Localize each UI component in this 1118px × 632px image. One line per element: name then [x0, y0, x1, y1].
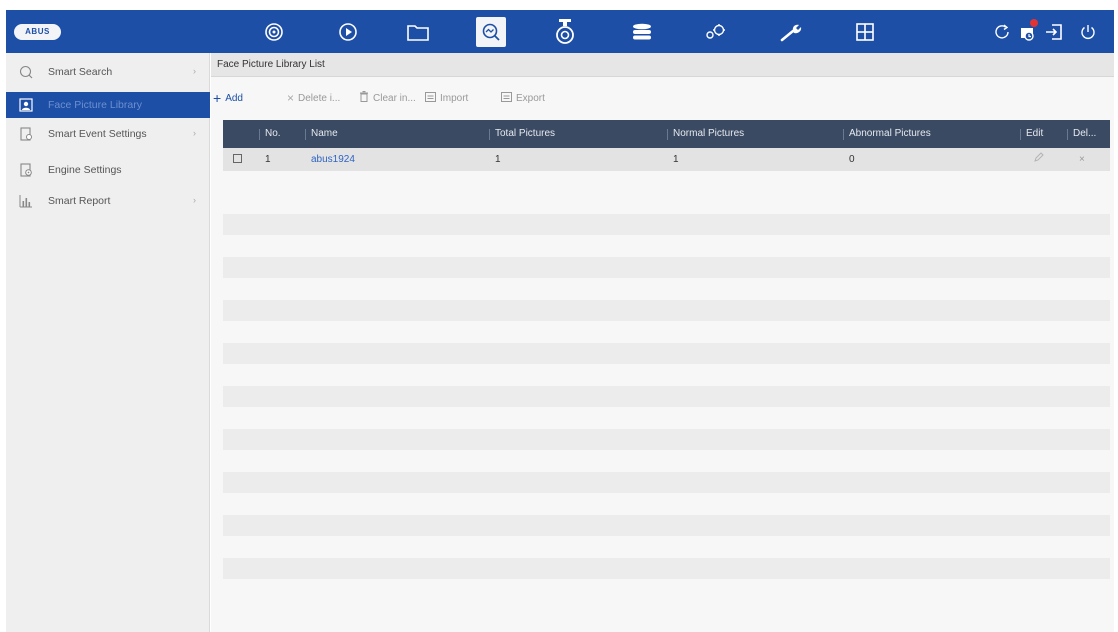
cell-no: 1 — [265, 154, 271, 165]
empty-row-stripe — [223, 515, 1110, 536]
empty-row-stripe — [223, 386, 1110, 407]
delete-label: Delete i... — [298, 92, 341, 104]
chevron-right-icon: › — [193, 66, 196, 76]
import-icon — [425, 91, 436, 105]
clear-label: Clear in... — [373, 92, 416, 104]
empty-row-stripe — [223, 214, 1110, 235]
chevron-right-icon: › — [193, 128, 196, 138]
delete-button[interactable]: × Delete i... — [287, 88, 340, 108]
header-checkbox-col — [223, 120, 259, 148]
close-icon: × — [287, 91, 295, 105]
sidebar-item-label: Smart Search — [48, 66, 113, 78]
empty-row-stripe — [223, 257, 1110, 278]
add-button[interactable]: + Add — [213, 88, 243, 108]
empty-row-stripe — [223, 429, 1110, 450]
camera-icon[interactable] — [549, 16, 581, 48]
logout-icon[interactable] — [1038, 16, 1070, 48]
search-circle-icon — [19, 65, 33, 79]
files-icon[interactable] — [402, 16, 434, 48]
top-navigation-bar: ABUS — [6, 10, 1114, 53]
sidebar-item-engine-settings[interactable]: Engine Settings — [6, 157, 210, 183]
playback-icon[interactable] — [332, 16, 364, 48]
sidebar-item-label: Engine Settings — [48, 164, 122, 176]
row-checkbox[interactable] — [233, 153, 242, 163]
cell-normal-pictures: 1 — [673, 154, 679, 165]
empty-row-stripe — [223, 300, 1110, 321]
header-abnormal-pictures[interactable]: Abnormal Pictures — [843, 120, 1020, 148]
storage-icon[interactable] — [626, 16, 658, 48]
table-header: No. Name Total Pictures Normal Pictures … — [223, 120, 1110, 148]
edit-cell — [1020, 148, 1067, 171]
trash-icon — [359, 91, 369, 105]
empty-row-stripe — [223, 472, 1110, 493]
chevron-right-icon: › — [193, 195, 196, 205]
header-no[interactable]: No. — [259, 120, 305, 148]
cell-abnormal-pictures: 0 — [849, 154, 855, 165]
header-edit[interactable]: Edit — [1020, 120, 1067, 148]
edit-icon[interactable] — [1034, 152, 1044, 162]
sidebar: Smart Search › Face Picture Library Smar… — [6, 53, 210, 632]
live-view-icon[interactable] — [258, 16, 290, 48]
sidebar-item-label: Face Picture Library — [48, 99, 142, 111]
table-row[interactable]: 1 abus1924 1 1 0 × — [223, 148, 1110, 171]
sidebar-item-label: Smart Report — [48, 195, 111, 207]
face-library-table: No. Name Total Pictures Normal Pictures … — [223, 120, 1110, 171]
export-icon — [501, 91, 512, 105]
plus-icon: + — [213, 90, 222, 106]
empty-row-stripe — [223, 343, 1110, 364]
import-label: Import — [440, 92, 469, 104]
sidebar-item-smart-event-settings[interactable]: Smart Event Settings › — [6, 121, 210, 147]
export-button[interactable]: Export — [501, 88, 545, 108]
export-label: Export — [516, 92, 545, 104]
header-total-pictures[interactable]: Total Pictures — [489, 120, 667, 148]
row-checkbox-cell — [223, 148, 259, 171]
delete-cell: × — [1067, 148, 1110, 171]
abus-logo: ABUS — [14, 24, 61, 40]
cell-total-pictures: 1 — [495, 154, 501, 165]
settings-icon[interactable] — [700, 16, 732, 48]
add-label: Add — [225, 92, 243, 104]
bar-chart-icon — [19, 194, 33, 208]
power-icon[interactable] — [1072, 16, 1104, 48]
import-button[interactable]: Import — [425, 88, 468, 108]
page-title: Face Picture Library List — [211, 53, 1114, 77]
sidebar-item-smart-search[interactable]: Smart Search › — [6, 59, 210, 85]
header-name[interactable]: Name — [305, 120, 489, 148]
event-settings-icon — [19, 127, 33, 141]
sidebar-item-smart-report[interactable]: Smart Report › — [6, 188, 210, 214]
clear-button[interactable]: Clear in... — [359, 88, 416, 108]
face-card-icon — [19, 98, 33, 112]
sidebar-item-face-picture-library[interactable]: Face Picture Library — [6, 92, 210, 118]
toolbar: + Add × Delete i... Clear in... Import E… — [211, 88, 1114, 108]
cell-name-link[interactable]: abus1924 — [305, 148, 489, 171]
delete-row-icon[interactable]: × — [1079, 154, 1085, 165]
maintenance-icon[interactable] — [776, 16, 808, 48]
empty-row-stripe — [223, 558, 1110, 579]
sidebar-item-label: Smart Event Settings — [48, 128, 147, 140]
main-content: Face Picture Library List + Add × Delete… — [211, 53, 1114, 632]
header-normal-pictures[interactable]: Normal Pictures — [667, 120, 843, 148]
header-delete[interactable]: Del... — [1067, 120, 1110, 148]
layout-grid-icon[interactable] — [849, 16, 881, 48]
engine-icon — [19, 163, 33, 177]
alarm-badge-dot — [1030, 19, 1038, 27]
smart-search-icon[interactable] — [476, 17, 506, 47]
